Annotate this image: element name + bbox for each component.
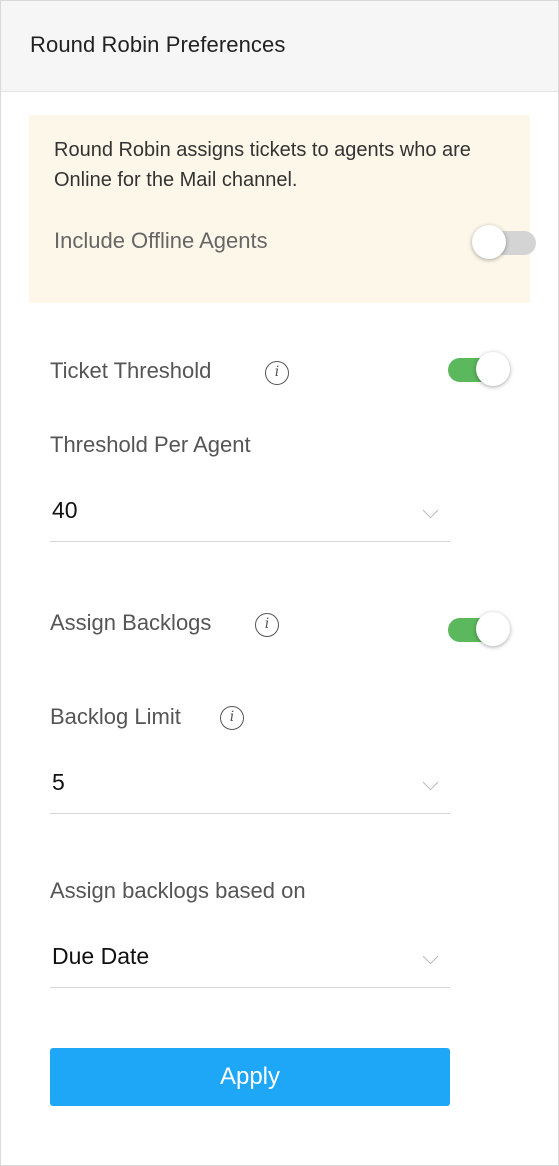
chevron-down-icon xyxy=(422,774,439,791)
ticket-threshold-label: Ticket Threshold xyxy=(50,358,212,383)
online-agents-info-box: Round Robin assigns tickets to agents wh… xyxy=(29,115,536,303)
assign-backlogs-toggle[interactable] xyxy=(448,612,510,646)
chevron-down-icon xyxy=(422,948,439,965)
ticket-threshold-toggle[interactable] xyxy=(448,352,510,386)
backlog-limit-info-icon[interactable]: i xyxy=(220,706,244,730)
round-robin-description: Round Robin assigns tickets to agents wh… xyxy=(54,139,471,191)
backlog-limit-label: Backlog Limit xyxy=(50,704,181,729)
backlog-limit-value: 5 xyxy=(52,769,65,795)
assign-backlogs-info-icon[interactable]: i xyxy=(255,613,279,637)
backlog-limit-select[interactable]: 5 xyxy=(50,757,450,814)
toggle-knob xyxy=(472,225,506,259)
ticket-threshold-info-icon[interactable]: i xyxy=(265,361,289,385)
assign-backlogs-based-on-select[interactable]: Due Date xyxy=(50,931,450,988)
assign-backlogs-based-on-label: Assign backlogs based on xyxy=(50,878,306,903)
round-robin-preferences-panel: Round Robin Preferences Round Robin assi… xyxy=(0,0,559,1166)
apply-button[interactable]: Apply xyxy=(50,1048,450,1106)
include-offline-agents-toggle[interactable] xyxy=(472,225,536,259)
threshold-per-agent-value: 40 xyxy=(52,497,78,523)
assign-backlogs-label: Assign Backlogs xyxy=(50,610,212,635)
assign-backlogs-based-on-value: Due Date xyxy=(52,943,150,969)
toggle-knob xyxy=(476,612,510,646)
toggle-knob xyxy=(476,352,510,386)
panel-header: Round Robin Preferences xyxy=(1,1,558,92)
chevron-down-icon xyxy=(422,502,439,519)
threshold-per-agent-select[interactable]: 40 xyxy=(50,485,450,542)
panel-title: Round Robin Preferences xyxy=(30,32,286,57)
threshold-per-agent-label: Threshold Per Agent xyxy=(50,432,251,457)
include-offline-agents-label: Include Offline Agents xyxy=(54,228,268,253)
